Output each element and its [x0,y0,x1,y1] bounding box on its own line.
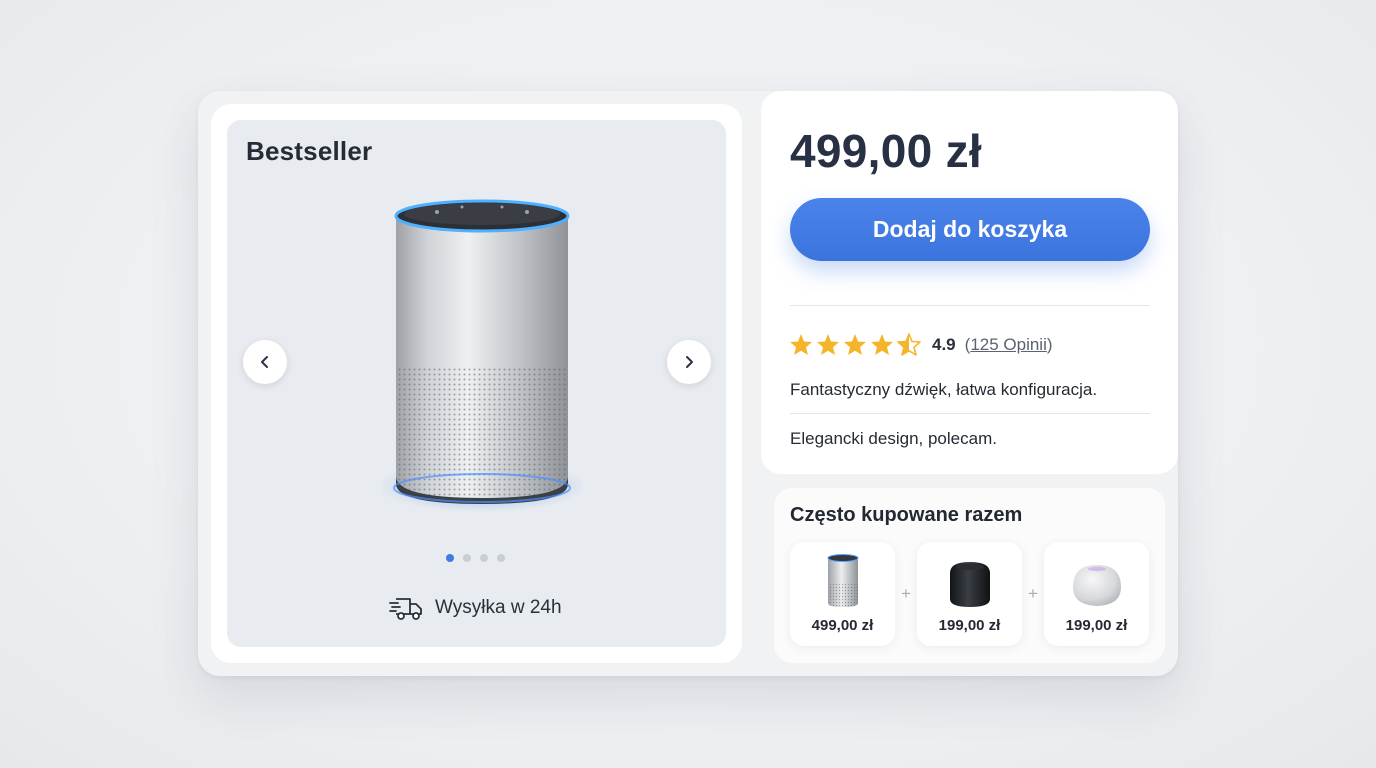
bundle-title: Często kupowane razem [790,504,1023,526]
shipping-info: Wysyłka w 24h [389,595,562,621]
plus-separator: + [901,584,911,603]
reviews-link[interactable]: 125 Opinii [970,335,1047,354]
rating-summary: 4.9 (125 Opinii) [789,333,1053,356]
divider [790,413,1150,414]
bundle-product-card[interactable]: 199,00 zł [917,542,1022,646]
review-snippet: Fantastyczny dźwięk, łatwa konfiguracja. [790,380,1098,399]
carousel-dot[interactable] [497,554,505,562]
add-to-cart-button[interactable]: Dodaj do koszyka [790,198,1150,261]
star-full-icon [844,334,866,355]
bundle-product-card[interactable]: 499,00 zł [790,542,895,646]
bundle-product-price: 499,00 zł [811,617,874,634]
bundle-product-card[interactable]: 199,00 zł [1044,542,1149,646]
carousel-dot[interactable] [446,554,454,562]
star-full-icon [817,334,839,355]
carousel-dot[interactable] [480,554,488,562]
reviews-count: (125 Opinii) [964,334,1053,354]
carousel-dot[interactable] [463,554,471,562]
next-image-button[interactable] [667,340,711,384]
review-snippet: Elegancki design, polecam. [790,429,997,448]
black-speaker-icon [949,562,990,607]
white-speaker-icon [1072,565,1121,606]
star-full-icon [790,334,812,355]
bundle-product-price: 199,00 zł [938,617,1001,634]
product-image [382,199,582,512]
frequently-bought-together: Często kupowane razem 499,00 zł + 199,00… [774,488,1165,663]
product-gallery: Bestseller Wysyłka w 24h [227,120,726,647]
chevron-right-icon [686,356,693,368]
divider [790,305,1150,306]
shipping-text: Wysyłka w 24h [435,597,562,618]
buy-box: 499,00 zł Dodaj do koszyka 4.9 (125 Opin… [761,91,1178,474]
star-half-icon [897,333,921,356]
product-price: 499,00 zł [790,125,982,177]
bundle-products: 499,00 zł + 199,00 zł + 199,00 zł [790,542,1149,646]
rating-stars [789,333,921,356]
star-full-icon [871,334,893,355]
rating-value: 4.9 [932,334,956,354]
previous-image-button[interactable] [243,340,287,384]
bestseller-label: Bestseller [246,136,373,166]
carousel-dots [446,554,505,562]
bundle-product-price: 199,00 zł [1065,617,1128,634]
delivery-truck-icon [389,598,422,620]
chevron-left-icon [261,356,268,368]
silver-speaker-icon [827,554,858,607]
plus-separator: + [1028,584,1038,603]
